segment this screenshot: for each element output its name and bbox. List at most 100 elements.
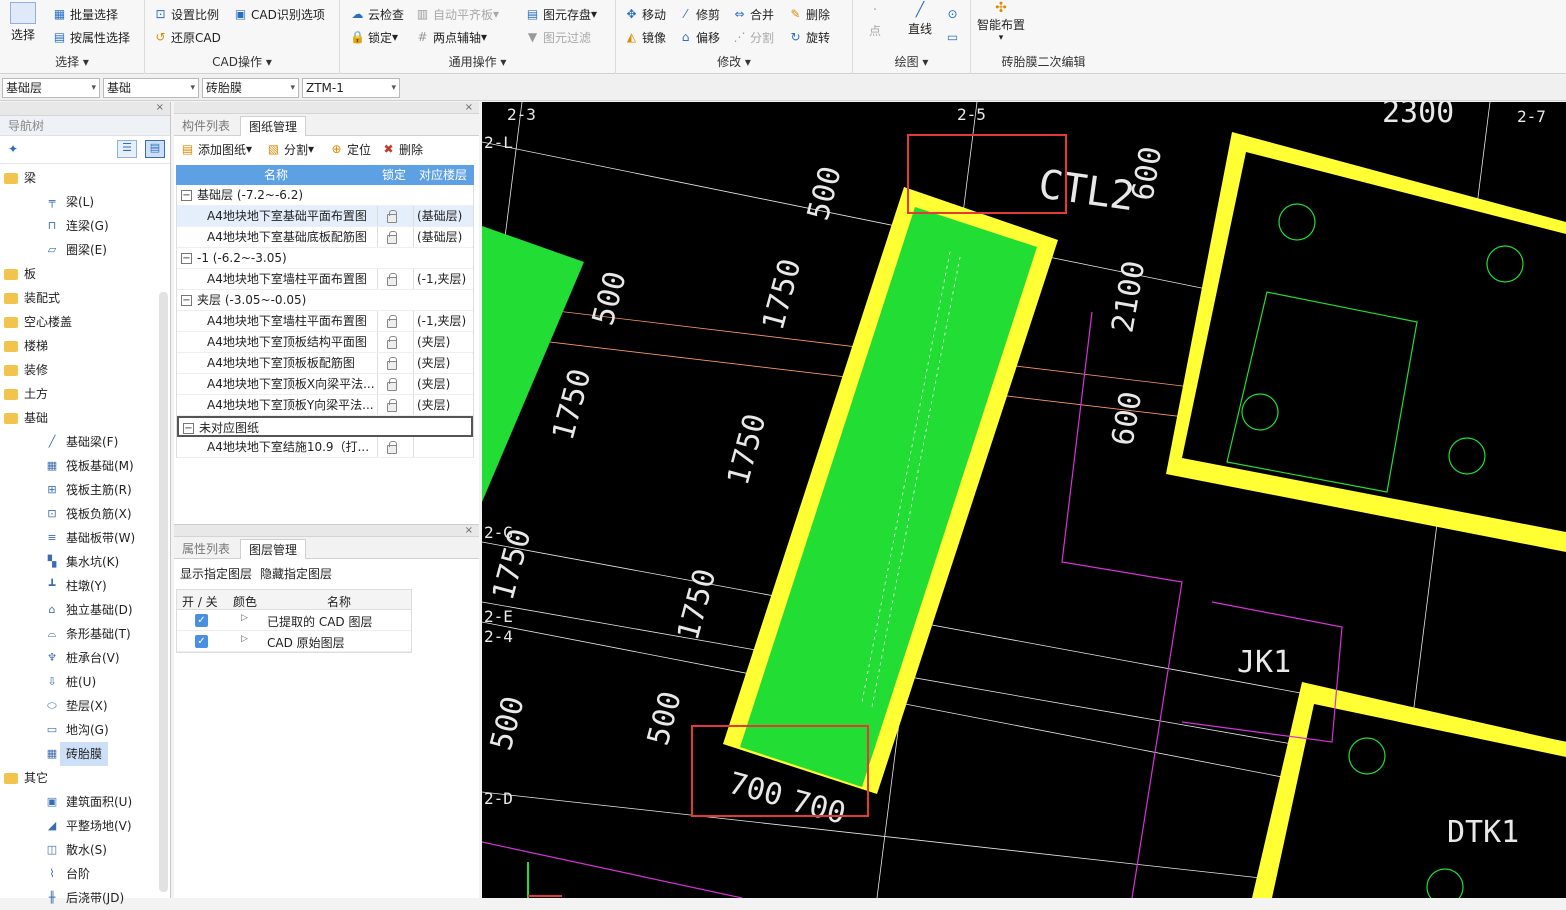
nav-item[interactable]: ╤ 梁(L): [0, 190, 158, 214]
grid-view-icon[interactable]: ▤: [145, 140, 165, 158]
delete-drawing-button[interactable]: ✖ 删除: [381, 139, 423, 159]
delete-button[interactable]: ✎ 删除: [788, 4, 830, 24]
cad-drawing[interactable]: 2-3 2-5 2-7 2-L 2-G 2-E 2-4 2-D CTL2 JK1…: [482, 102, 1566, 898]
layer-row[interactable]: ✓ ▷ 已提取的 CAD 图层: [177, 610, 411, 631]
element-save-button[interactable]: ▤ 图元存盘 ▾: [525, 4, 597, 24]
lock-icon[interactable]: [387, 273, 397, 286]
checkbox-icon[interactable]: ✓: [195, 614, 208, 627]
nav-item[interactable]: ◫ 散水(S): [0, 838, 158, 862]
checkbox-icon[interactable]: ✓: [195, 635, 208, 648]
lock-icon[interactable]: [387, 336, 397, 349]
list-view-icon[interactable]: ☰: [117, 140, 137, 158]
floor-cell[interactable]: (基础层): [417, 206, 462, 227]
nav-item[interactable]: ◢ 平整场地(V): [0, 814, 158, 838]
collapse-icon[interactable]: −: [181, 295, 192, 306]
layer-row[interactable]: ✓ ▷ CAD 原始图层: [177, 631, 411, 652]
nav-item[interactable]: 装配式: [0, 286, 158, 310]
floor-cell[interactable]: (-1,夹层): [417, 311, 466, 332]
nav-item[interactable]: ♆ 桩承台(V): [0, 646, 158, 670]
nav-item[interactable]: ▦ 筏板基础(M): [0, 454, 158, 478]
cloud-check-button[interactable]: ☁ 云检查: [350, 4, 405, 24]
drawing-row[interactable]: A4地块地下室顶板结构平面图 (夹层): [177, 332, 473, 353]
floor-cell[interactable]: (基础层): [417, 227, 462, 248]
drawing-row[interactable]: A4地块地下室基础底板配筋图 (基础层): [177, 227, 473, 248]
tab-property-list[interactable]: 属性列表: [174, 539, 238, 559]
cad-canvas[interactable]: 2-3 2-5 2-7 2-L 2-G 2-E 2-4 2-D CTL2 JK1…: [482, 102, 1566, 898]
split-drawing-button[interactable]: ▧ 分割 ▾: [266, 139, 314, 159]
select-by-attr-button[interactable]: ▤ 按属性选择: [52, 27, 130, 47]
group-title-draw[interactable]: 绘图 ▾: [853, 53, 970, 70]
move-button[interactable]: ✥ 移动: [624, 4, 666, 24]
two-point-axis-button[interactable]: # 两点辅轴 ▾: [415, 27, 487, 47]
drawing-row[interactable]: A4地块地下室顶板X向梁平法... (夹层): [177, 374, 473, 395]
drawing-row[interactable]: A4地块地下室结施10.9（打...: [177, 437, 473, 458]
lock-icon[interactable]: [387, 315, 397, 328]
batch-select-button[interactable]: ▦ 批量选择: [52, 4, 118, 24]
collapse-icon[interactable]: −: [181, 190, 192, 201]
nav-item[interactable]: ╫ 后浇带(JD): [0, 886, 158, 910]
rect-button[interactable]: ▭: [945, 27, 963, 47]
nav-item[interactable]: ⊡ 筏板负筋(X): [0, 502, 158, 526]
category-selector[interactable]: 基础: [103, 78, 199, 98]
nav-item[interactable]: 板: [0, 262, 158, 286]
nav-item[interactable]: ┻ 柱墩(Y): [0, 574, 158, 598]
nav-item[interactable]: ⌓ 条形基础(T): [0, 622, 158, 646]
close-icon[interactable]: ×: [156, 102, 164, 114]
line-button[interactable]: ╱ 直线: [908, 2, 932, 37]
nav-item[interactable]: 装修: [0, 358, 158, 382]
nav-item[interactable]: ▭ 地沟(G): [0, 718, 158, 742]
expand-icon[interactable]: ▷: [241, 634, 248, 644]
hide-layer-button[interactable]: 隐藏指定图层: [260, 565, 332, 582]
nav-item[interactable]: ▣ 建筑面积(U): [0, 790, 158, 814]
merge-button[interactable]: ⇔ 合并: [732, 4, 774, 24]
element-filter-button[interactable]: ▼ 图元过滤: [525, 27, 591, 47]
lock-icon[interactable]: [387, 231, 397, 244]
tab-drawing-management[interactable]: 图纸管理: [240, 116, 307, 136]
nav-item[interactable]: 梁: [0, 166, 158, 190]
nav-item[interactable]: ╱ 基础梁(F): [0, 430, 158, 454]
group-title-select[interactable]: 选择 ▾: [0, 53, 144, 70]
drawing-group-row[interactable]: − 未对应图纸: [177, 416, 473, 437]
mirror-button[interactable]: ◭ 镜像: [624, 27, 666, 47]
nav-item[interactable]: ⊞ 筏板主筋(R): [0, 478, 158, 502]
cad-options-button[interactable]: ▣ CAD识别选项: [233, 4, 325, 24]
close-icon[interactable]: ×: [465, 525, 473, 537]
lock-icon[interactable]: [387, 441, 397, 454]
floor-cell[interactable]: (夹层): [417, 332, 450, 353]
select-button[interactable]: 选择: [10, 2, 36, 43]
lock-icon[interactable]: [387, 210, 397, 223]
split-button[interactable]: ⋰ 分割: [732, 27, 775, 47]
smart-layout-button[interactable]: ✣ 智能布置 ▾: [977, 0, 1025, 43]
close-icon[interactable]: ×: [465, 102, 473, 114]
group-title-modify[interactable]: 修改 ▾: [616, 53, 852, 70]
nav-item[interactable]: ⌂ 独立基础(D): [0, 598, 158, 622]
drawing-row[interactable]: A4地块地下室顶板Y向梁平法... (夹层): [177, 395, 473, 416]
drawing-group-row[interactable]: − -1 (-6.2~-3.05): [177, 248, 473, 269]
drawing-row[interactable]: A4地块地下室顶板板配筋图 (夹层): [177, 353, 473, 374]
offset-button[interactable]: ⌂ 偏移: [678, 27, 720, 47]
drawing-group-row[interactable]: − 基础层 (-7.2~-6.2): [177, 185, 473, 206]
nav-item[interactable]: 基础: [0, 406, 158, 430]
trim-button[interactable]: ⁄ 修剪: [678, 4, 720, 24]
nav-item[interactable]: 楼梯: [0, 334, 158, 358]
drawing-row[interactable]: A4地块地下室基础平面布置图 (基础层): [177, 206, 473, 227]
drawing-group-row[interactable]: − 夹层 (-3.05~-0.05): [177, 290, 473, 311]
collapse-icon[interactable]: −: [181, 253, 192, 264]
nav-item[interactable]: ⊓ 连梁(G): [0, 214, 158, 238]
restore-cad-button[interactable]: ↺ 还原CAD: [153, 27, 220, 47]
component-type-selector[interactable]: 砖胎膜: [202, 78, 299, 98]
collapse-icon[interactable]: −: [183, 423, 194, 434]
expand-icon[interactable]: ▷: [241, 613, 248, 623]
group-title-cad[interactable]: CAD操作 ▾: [145, 53, 339, 70]
lock-icon[interactable]: [387, 399, 397, 412]
auto-level-button[interactable]: ▥ 自动平齐板 ▾: [415, 4, 499, 24]
lock-button[interactable]: 🔒 锁定 ▾: [350, 27, 398, 47]
set-scale-button[interactable]: ⊡ 设置比例: [153, 4, 219, 24]
locate-button[interactable]: ⊕ 定位: [329, 139, 371, 159]
floor-cell[interactable]: (夹层): [417, 374, 450, 395]
arc-button[interactable]: ⊙: [945, 4, 963, 24]
floor-selector[interactable]: 基础层: [2, 78, 100, 98]
floor-cell[interactable]: (夹层): [417, 395, 450, 416]
floor-cell[interactable]: (夹层): [417, 353, 450, 374]
show-layer-button[interactable]: 显示指定图层: [180, 565, 252, 582]
